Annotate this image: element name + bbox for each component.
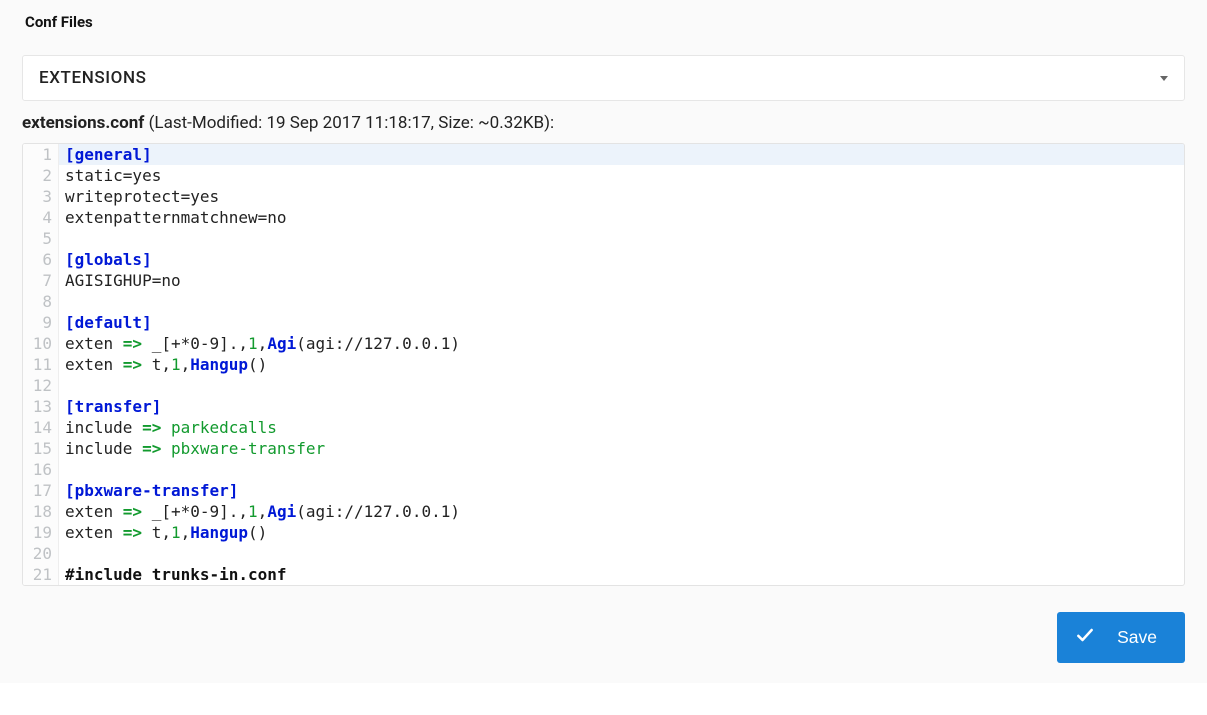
file-selector[interactable]: EXTENSIONS — [22, 55, 1185, 101]
code-text[interactable]: exten => t,1,Hangup() — [59, 354, 1184, 375]
content-area: EXTENSIONS extensions.conf (Last-Modifie… — [0, 45, 1207, 586]
line-number: 10 — [23, 333, 59, 354]
code-line[interactable]: 6[globals] — [23, 249, 1184, 270]
code-line[interactable]: 14include => parkedcalls — [23, 417, 1184, 438]
code-text[interactable]: extenpatternmatchnew=no — [59, 207, 1184, 228]
code-line[interactable]: 4extenpatternmatchnew=no — [23, 207, 1184, 228]
save-button-label: Save — [1117, 627, 1157, 648]
code-line[interactable]: 12 — [23, 375, 1184, 396]
code-line[interactable]: 10exten => _[+*0-9].,1,Agi(agi://127.0.0… — [23, 333, 1184, 354]
line-number: 14 — [23, 417, 59, 438]
line-number: 15 — [23, 438, 59, 459]
code-line[interactable]: 1[general] — [23, 144, 1184, 165]
code-line[interactable]: 5 — [23, 228, 1184, 249]
line-number: 6 — [23, 249, 59, 270]
code-line[interactable]: 2static=yes — [23, 165, 1184, 186]
line-number: 19 — [23, 522, 59, 543]
code-text[interactable]: [globals] — [59, 249, 1184, 270]
code-line[interactable]: 21#include trunks-in.conf — [23, 564, 1184, 585]
file-info: extensions.conf (Last-Modified: 19 Sep 2… — [22, 113, 1185, 133]
code-line[interactable]: 7AGISIGHUP=no — [23, 270, 1184, 291]
code-line[interactable]: 9[default] — [23, 312, 1184, 333]
code-line[interactable]: 17[pbxware-transfer] — [23, 480, 1184, 501]
tab-bar: Conf Files — [0, 0, 1207, 45]
line-number: 1 — [23, 144, 59, 165]
line-number: 9 — [23, 312, 59, 333]
file-selector-value: EXTENSIONS — [39, 68, 147, 88]
conf-files-page: Conf Files EXTENSIONS extensions.conf (L… — [0, 0, 1207, 683]
line-number: 11 — [23, 354, 59, 375]
tab-conf-files[interactable]: Conf Files — [10, 0, 109, 45]
code-text[interactable] — [59, 375, 1184, 396]
footer-actions: Save — [0, 586, 1207, 663]
save-button[interactable]: Save — [1057, 612, 1185, 663]
code-text[interactable] — [59, 291, 1184, 312]
line-number: 2 — [23, 165, 59, 186]
code-text[interactable]: include => parkedcalls — [59, 417, 1184, 438]
code-line[interactable]: 13[transfer] — [23, 396, 1184, 417]
code-text[interactable] — [59, 459, 1184, 480]
code-text[interactable]: writeprotect=yes — [59, 186, 1184, 207]
code-line[interactable]: 19exten => t,1,Hangup() — [23, 522, 1184, 543]
code-text[interactable]: [pbxware-transfer] — [59, 480, 1184, 501]
code-text[interactable]: [general] — [59, 144, 1184, 165]
code-text[interactable]: #include trunks-in.conf — [59, 564, 1184, 585]
chevron-down-icon — [1160, 76, 1168, 81]
code-editor[interactable]: 1[general]2static=yes3writeprotect=yes4e… — [22, 143, 1185, 586]
line-number: 7 — [23, 270, 59, 291]
code-text[interactable] — [59, 228, 1184, 249]
line-number: 17 — [23, 480, 59, 501]
code-text[interactable]: [default] — [59, 312, 1184, 333]
code-text[interactable]: [transfer] — [59, 396, 1184, 417]
file-meta: (Last-Modified: 19 Sep 2017 11:18:17, Si… — [144, 113, 554, 133]
line-number: 4 — [23, 207, 59, 228]
check-icon — [1075, 625, 1095, 650]
code-text[interactable]: exten => t,1,Hangup() — [59, 522, 1184, 543]
code-text[interactable] — [59, 543, 1184, 564]
code-line[interactable]: 15include => pbxware-transfer — [23, 438, 1184, 459]
code-text[interactable]: exten => _[+*0-9].,1,Agi(agi://127.0.0.1… — [59, 501, 1184, 522]
tab-label: Conf Files — [25, 13, 93, 31]
code-text[interactable]: static=yes — [59, 165, 1184, 186]
line-number: 16 — [23, 459, 59, 480]
line-number: 21 — [23, 564, 59, 585]
code-line[interactable]: 8 — [23, 291, 1184, 312]
line-number: 3 — [23, 186, 59, 207]
code-text[interactable]: exten => _[+*0-9].,1,Agi(agi://127.0.0.1… — [59, 333, 1184, 354]
line-number: 8 — [23, 291, 59, 312]
code-line[interactable]: 16 — [23, 459, 1184, 480]
line-number: 12 — [23, 375, 59, 396]
code-text[interactable]: AGISIGHUP=no — [59, 270, 1184, 291]
file-name: extensions.conf — [22, 113, 144, 133]
code-text[interactable]: include => pbxware-transfer — [59, 438, 1184, 459]
code-line[interactable]: 11exten => t,1,Hangup() — [23, 354, 1184, 375]
line-number: 5 — [23, 228, 59, 249]
code-line[interactable]: 3writeprotect=yes — [23, 186, 1184, 207]
line-number: 18 — [23, 501, 59, 522]
line-number: 13 — [23, 396, 59, 417]
code-line[interactable]: 20 — [23, 543, 1184, 564]
line-number: 20 — [23, 543, 59, 564]
code-line[interactable]: 18exten => _[+*0-9].,1,Agi(agi://127.0.0… — [23, 501, 1184, 522]
